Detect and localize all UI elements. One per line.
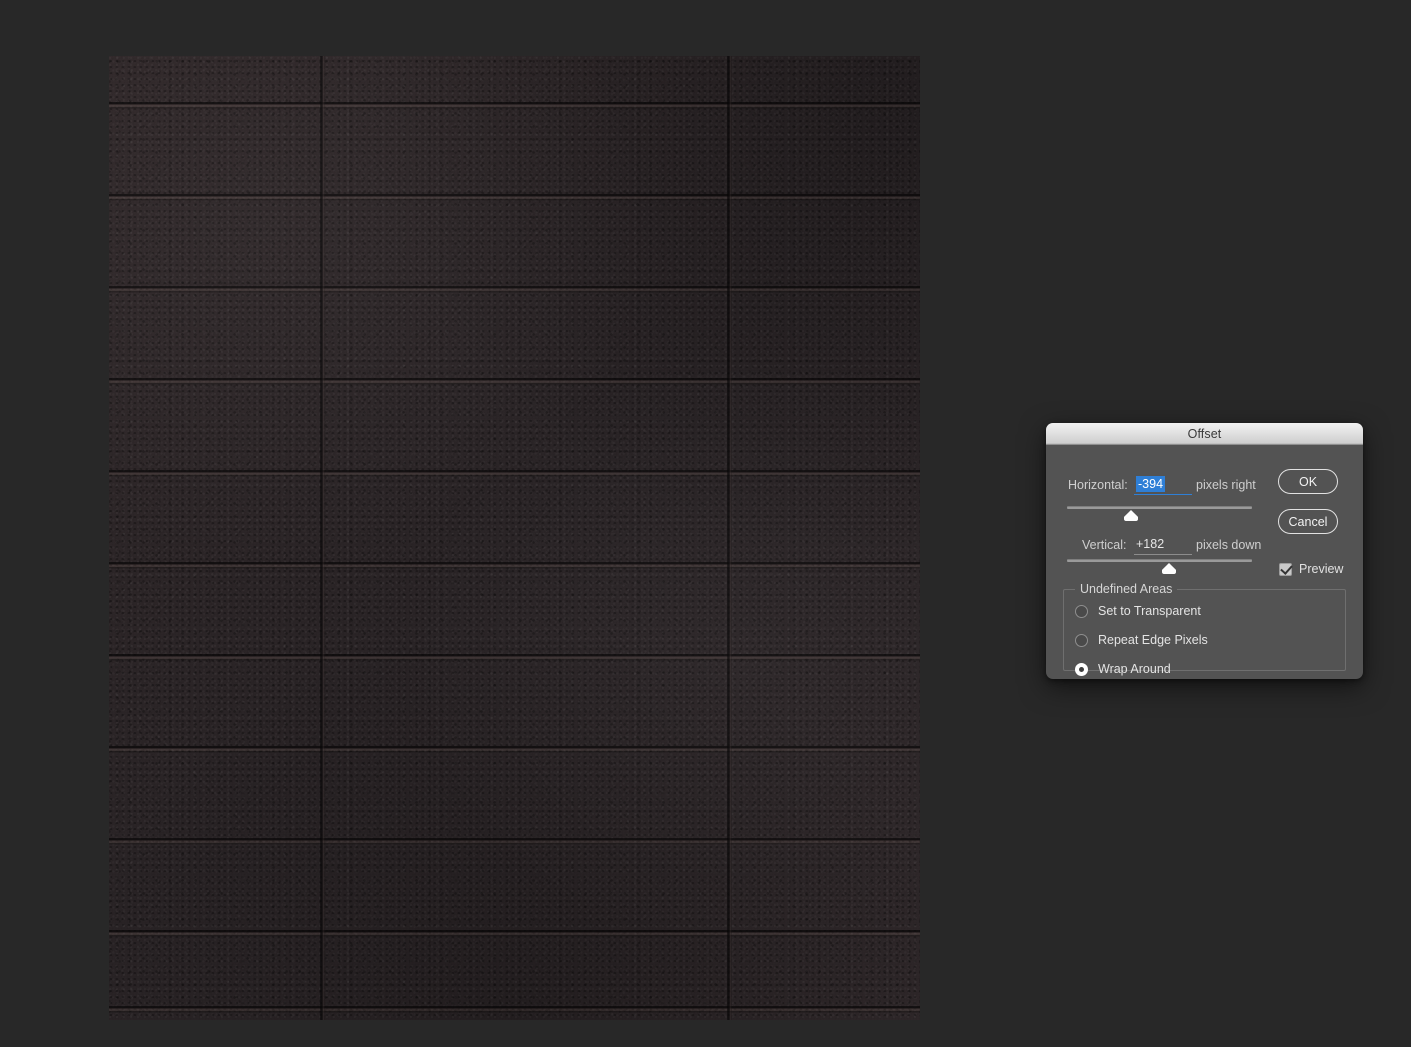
vertical-slider[interactable] <box>1067 559 1252 575</box>
dialog-titlebar[interactable]: Offset <box>1046 423 1363 445</box>
horizontal-label: Horizontal: <box>1068 478 1128 492</box>
vertical-input-underline <box>1134 554 1192 555</box>
horizontal-slider[interactable] <box>1067 506 1252 522</box>
vertical-input[interactable]: +182 <box>1134 536 1192 555</box>
radio-set-to-transparent[interactable]: Set to Transparent <box>1075 604 1201 618</box>
vertical-unit-label: pixels down <box>1196 538 1262 552</box>
brick-shading-layer <box>109 56 920 1020</box>
horizontal-slider-thumb[interactable] <box>1124 510 1138 521</box>
ok-button[interactable]: OK <box>1278 469 1338 494</box>
preview-label: Preview <box>1299 562 1344 576</box>
radio-wrap-around[interactable]: Wrap Around <box>1075 662 1171 676</box>
radio-icon-unselected[interactable] <box>1075 604 1088 618</box>
radio-icon-selected[interactable] <box>1075 662 1088 676</box>
brick-texture-image[interactable] <box>109 56 920 1020</box>
preview-checkbox[interactable] <box>1279 562 1293 576</box>
radio-label: Repeat Edge Pixels <box>1098 633 1208 647</box>
horizontal-input[interactable]: -394 <box>1134 476 1192 495</box>
dialog-title: Offset <box>1187 426 1222 441</box>
vertical-input-value: +182 <box>1136 537 1165 551</box>
offset-dialog: Offset Horizontal: -394 pixels right Ver… <box>1046 423 1363 679</box>
horizontal-input-underline <box>1134 494 1192 495</box>
undefined-areas-group: Undefined Areas Set to Transparent Repea… <box>1063 582 1346 676</box>
vertical-label: Vertical: <box>1082 538 1127 552</box>
cancel-button[interactable]: Cancel <box>1278 509 1338 534</box>
horizontal-unit-label: pixels right <box>1196 478 1256 492</box>
preview-checkbox-row[interactable]: Preview <box>1279 562 1343 576</box>
dialog-body: Horizontal: -394 pixels right Vertical: … <box>1046 445 1363 679</box>
horizontal-input-value: -394 <box>1136 476 1166 492</box>
radio-label: Set to Transparent <box>1098 604 1201 618</box>
undefined-areas-legend: Undefined Areas <box>1075 582 1178 596</box>
radio-repeat-edge-pixels[interactable]: Repeat Edge Pixels <box>1075 633 1208 647</box>
radio-icon-unselected[interactable] <box>1075 633 1088 647</box>
radio-label: Wrap Around <box>1098 662 1171 676</box>
checkmark-icon <box>1279 562 1293 575</box>
vertical-slider-thumb[interactable] <box>1162 563 1176 574</box>
app-root: Offset Horizontal: -394 pixels right Ver… <box>0 0 1411 1047</box>
vertical-slider-track[interactable] <box>1067 559 1252 562</box>
horizontal-slider-track[interactable] <box>1067 506 1252 509</box>
